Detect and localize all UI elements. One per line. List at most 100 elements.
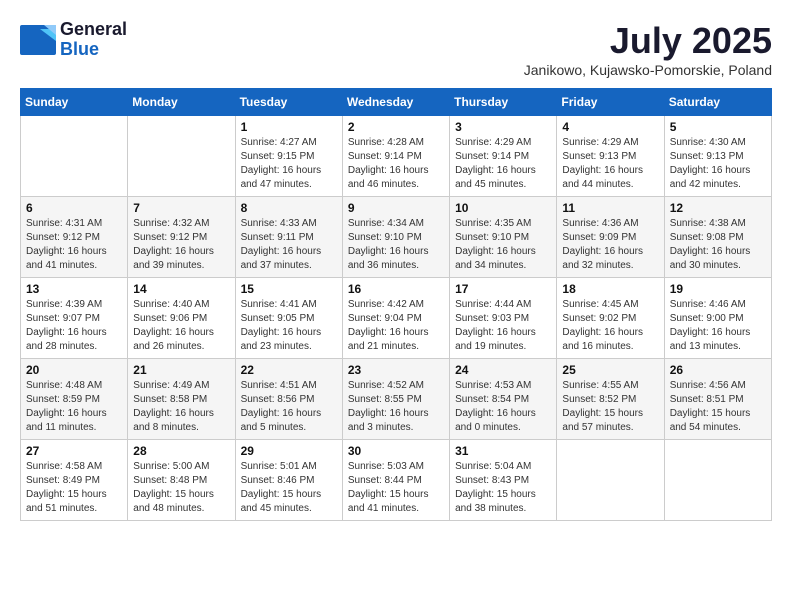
week-row: 20 Sunrise: 4:48 AM Sunset: 8:59 PM Dayli…	[21, 359, 772, 440]
calendar-cell: 17 Sunrise: 4:44 AM Sunset: 9:03 PM Dayli…	[450, 278, 557, 359]
day-number: 16	[348, 282, 444, 296]
day-info: Sunrise: 4:42 AM Sunset: 9:04 PM Dayligh…	[348, 298, 444, 354]
day-info: Sunrise: 4:35 AM Sunset: 9:10 PM Dayligh…	[455, 217, 551, 273]
week-row: 27 Sunrise: 4:58 AM Sunset: 8:49 PM Dayli…	[21, 440, 772, 521]
day-number: 20	[26, 363, 122, 377]
day-info: Sunrise: 4:45 AM Sunset: 9:02 PM Dayligh…	[562, 298, 658, 354]
day-info: Sunrise: 4:44 AM Sunset: 9:03 PM Dayligh…	[455, 298, 551, 354]
day-info: Sunrise: 4:33 AM Sunset: 9:11 PM Dayligh…	[241, 217, 337, 273]
calendar-cell: 10 Sunrise: 4:35 AM Sunset: 9:10 PM Dayli…	[450, 197, 557, 278]
calendar-cell: 4Sunrise: 4:29 AM Sunset: 9:13 PM Daylig…	[557, 116, 664, 197]
day-info: Sunrise: 5:04 AM Sunset: 8:43 PM Dayligh…	[455, 460, 551, 516]
calendar-cell: 6Sunrise: 4:31 AM Sunset: 9:12 PM Daylig…	[21, 197, 128, 278]
day-number: 6	[26, 201, 122, 215]
day-number: 18	[562, 282, 658, 296]
day-info: Sunrise: 4:34 AM Sunset: 9:10 PM Dayligh…	[348, 217, 444, 273]
calendar-cell	[664, 440, 771, 521]
day-number: 8	[241, 201, 337, 215]
day-number: 30	[348, 444, 444, 458]
day-number: 5	[670, 120, 766, 134]
calendar-cell: 31Sunrise: 5:04 AM Sunset: 8:43 PM Dayli…	[450, 440, 557, 521]
day-info: Sunrise: 4:27 AM Sunset: 9:15 PM Dayligh…	[241, 136, 337, 192]
day-info: Sunrise: 4:38 AM Sunset: 9:08 PM Dayligh…	[670, 217, 766, 273]
day-info: Sunrise: 4:53 AM Sunset: 8:54 PM Dayligh…	[455, 379, 551, 435]
calendar-cell: 2Sunrise: 4:28 AM Sunset: 9:14 PM Daylig…	[342, 116, 449, 197]
day-number: 1	[241, 120, 337, 134]
calendar-cell	[557, 440, 664, 521]
day-number: 24	[455, 363, 551, 377]
calendar-cell: 9 Sunrise: 4:34 AM Sunset: 9:10 PM Daylig…	[342, 197, 449, 278]
col-header-friday: Friday	[557, 89, 664, 116]
calendar-cell: 24 Sunrise: 4:53 AM Sunset: 8:54 PM Dayli…	[450, 359, 557, 440]
calendar-cell: 25 Sunrise: 4:55 AM Sunset: 8:52 PM Dayli…	[557, 359, 664, 440]
calendar-cell: 20 Sunrise: 4:48 AM Sunset: 8:59 PM Dayli…	[21, 359, 128, 440]
day-info: Sunrise: 5:00 AM Sunset: 8:48 PM Dayligh…	[133, 460, 229, 516]
calendar-cell	[21, 116, 128, 197]
col-header-tuesday: Tuesday	[235, 89, 342, 116]
calendar-cell: 8 Sunrise: 4:33 AM Sunset: 9:11 PM Daylig…	[235, 197, 342, 278]
calendar-cell: 3 Sunrise: 4:29 AM Sunset: 9:14 PM Daylig…	[450, 116, 557, 197]
day-number: 27	[26, 444, 122, 458]
day-info: Sunrise: 4:48 AM Sunset: 8:59 PM Dayligh…	[26, 379, 122, 435]
location-subtitle: Janikowo, Kujawsko-Pomorskie, Poland	[524, 62, 772, 78]
week-row: 13Sunrise: 4:39 AM Sunset: 9:07 PM Dayli…	[21, 278, 772, 359]
calendar-cell: 16 Sunrise: 4:42 AM Sunset: 9:04 PM Dayli…	[342, 278, 449, 359]
calendar-cell: 21 Sunrise: 4:49 AM Sunset: 8:58 PM Dayli…	[128, 359, 235, 440]
day-info: Sunrise: 4:49 AM Sunset: 8:58 PM Dayligh…	[133, 379, 229, 435]
day-number: 23	[348, 363, 444, 377]
day-number: 17	[455, 282, 551, 296]
calendar-cell: 28 Sunrise: 5:00 AM Sunset: 8:48 PM Dayli…	[128, 440, 235, 521]
calendar-cell: 15 Sunrise: 4:41 AM Sunset: 9:05 PM Dayli…	[235, 278, 342, 359]
day-info: Sunrise: 5:03 AM Sunset: 8:44 PM Dayligh…	[348, 460, 444, 516]
week-row: 6Sunrise: 4:31 AM Sunset: 9:12 PM Daylig…	[21, 197, 772, 278]
calendar-cell: 14 Sunrise: 4:40 AM Sunset: 9:06 PM Dayli…	[128, 278, 235, 359]
day-info: Sunrise: 4:30 AM Sunset: 9:13 PM Dayligh…	[670, 136, 766, 192]
day-number: 2	[348, 120, 444, 134]
day-number: 15	[241, 282, 337, 296]
day-info: Sunrise: 4:36 AM Sunset: 9:09 PM Dayligh…	[562, 217, 658, 273]
calendar-cell: 26Sunrise: 4:56 AM Sunset: 8:51 PM Dayli…	[664, 359, 771, 440]
day-info: Sunrise: 4:46 AM Sunset: 9:00 PM Dayligh…	[670, 298, 766, 354]
calendar-cell: 11Sunrise: 4:36 AM Sunset: 9:09 PM Dayli…	[557, 197, 664, 278]
col-header-sunday: Sunday	[21, 89, 128, 116]
col-header-saturday: Saturday	[664, 89, 771, 116]
calendar-cell: 30 Sunrise: 5:03 AM Sunset: 8:44 PM Dayli…	[342, 440, 449, 521]
day-number: 19	[670, 282, 766, 296]
day-info: Sunrise: 5:01 AM Sunset: 8:46 PM Dayligh…	[241, 460, 337, 516]
calendar-cell: 7Sunrise: 4:32 AM Sunset: 9:12 PM Daylig…	[128, 197, 235, 278]
day-number: 21	[133, 363, 229, 377]
day-number: 25	[562, 363, 658, 377]
day-info: Sunrise: 4:40 AM Sunset: 9:06 PM Dayligh…	[133, 298, 229, 354]
col-header-monday: Monday	[128, 89, 235, 116]
logo-line1: General	[60, 20, 127, 40]
month-title: July 2025	[524, 20, 772, 62]
day-number: 28	[133, 444, 229, 458]
title-block: July 2025 Janikowo, Kujawsko-Pomorskie, …	[524, 20, 772, 78]
day-number: 9	[348, 201, 444, 215]
day-info: Sunrise: 4:52 AM Sunset: 8:55 PM Dayligh…	[348, 379, 444, 435]
week-row: 1 Sunrise: 4:27 AM Sunset: 9:15 PM Daylig…	[21, 116, 772, 197]
day-number: 12	[670, 201, 766, 215]
day-number: 26	[670, 363, 766, 377]
day-number: 3	[455, 120, 551, 134]
logo-line2: Blue	[60, 40, 127, 60]
day-info: Sunrise: 4:55 AM Sunset: 8:52 PM Dayligh…	[562, 379, 658, 435]
day-number: 14	[133, 282, 229, 296]
col-header-thursday: Thursday	[450, 89, 557, 116]
calendar-cell: 29 Sunrise: 5:01 AM Sunset: 8:46 PM Dayli…	[235, 440, 342, 521]
day-info: Sunrise: 4:58 AM Sunset: 8:49 PM Dayligh…	[26, 460, 122, 516]
day-number: 29	[241, 444, 337, 458]
calendar-cell: 13Sunrise: 4:39 AM Sunset: 9:07 PM Dayli…	[21, 278, 128, 359]
day-number: 22	[241, 363, 337, 377]
calendar-cell: 23 Sunrise: 4:52 AM Sunset: 8:55 PM Dayli…	[342, 359, 449, 440]
calendar-cell	[128, 116, 235, 197]
day-info: Sunrise: 4:41 AM Sunset: 9:05 PM Dayligh…	[241, 298, 337, 354]
day-info: Sunrise: 4:39 AM Sunset: 9:07 PM Dayligh…	[26, 298, 122, 354]
calendar-cell: 19 Sunrise: 4:46 AM Sunset: 9:00 PM Dayli…	[664, 278, 771, 359]
calendar-cell: 27 Sunrise: 4:58 AM Sunset: 8:49 PM Dayli…	[21, 440, 128, 521]
day-number: 4	[562, 120, 658, 134]
calendar-cell: 22Sunrise: 4:51 AM Sunset: 8:56 PM Dayli…	[235, 359, 342, 440]
day-number: 10	[455, 201, 551, 215]
day-info: Sunrise: 4:29 AM Sunset: 9:14 PM Dayligh…	[455, 136, 551, 192]
header-row: SundayMondayTuesdayWednesdayThursdayFrid…	[21, 89, 772, 116]
